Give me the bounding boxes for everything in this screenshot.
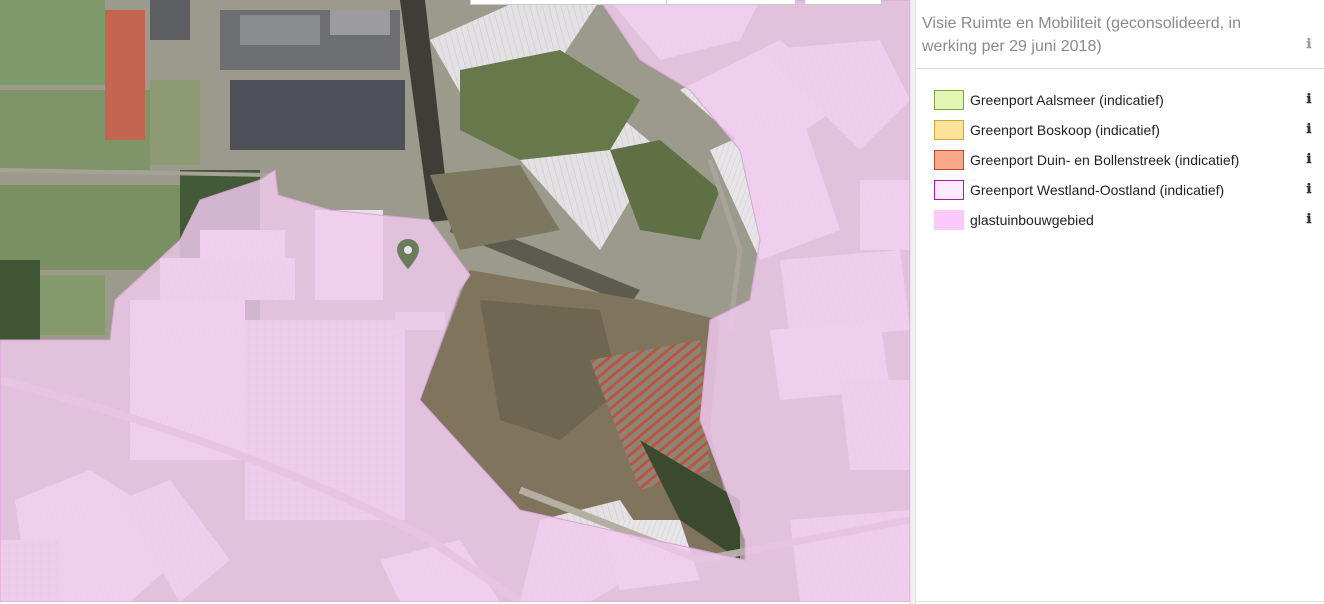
legend-item: Greenport Duin- en Bollenstreek (indicat… [916, 145, 1324, 175]
legend-item: Greenport Boskoop (indicatief) ℹ [916, 115, 1324, 145]
map-search-control[interactable] [470, 0, 668, 5]
info-icon[interactable]: ℹ [1302, 122, 1316, 138]
legend-item: glastuinbouwgebied ℹ [916, 205, 1324, 235]
map-tool-control[interactable] [804, 0, 882, 5]
legend-swatch [934, 180, 964, 200]
legend-list: Greenport Aalsmeer (indicatief) ℹ Greenp… [916, 69, 1324, 235]
info-icon[interactable]: ℹ [1302, 152, 1316, 168]
legend-label: Greenport Boskoop (indicatief) [970, 122, 1160, 138]
legend-label: Greenport Duin- en Bollenstreek (indicat… [970, 152, 1240, 168]
legend-title: Visie Ruimte en Mobiliteit (geconsolidee… [922, 15, 1241, 55]
app-window: Visie Ruimte en Mobiliteit (geconsolidee… [0, 0, 1324, 604]
legend-label: glastuinbouwgebied [970, 212, 1094, 228]
legend-label: Greenport Westland-Oostland (indicatief) [970, 182, 1225, 198]
legend-item: Greenport Aalsmeer (indicatief) ℹ [916, 85, 1324, 115]
map-canvas[interactable] [0, 0, 910, 602]
legend-item: Greenport Westland-Oostland (indicatief)… [916, 175, 1324, 205]
legend-swatch [934, 90, 964, 110]
legend-swatch [934, 150, 964, 170]
legend-swatch [934, 120, 964, 140]
legend-label: Greenport Aalsmeer (indicatief) [970, 92, 1164, 108]
aerial-basemap [0, 0, 910, 602]
map-pin-icon[interactable] [397, 239, 419, 269]
info-icon[interactable]: ℹ [1302, 182, 1316, 198]
legend-panel: Visie Ruimte en Mobiliteit (geconsolidee… [916, 0, 1324, 602]
map-layer-control[interactable] [666, 0, 796, 5]
info-icon[interactable]: ℹ [1302, 212, 1316, 228]
legend-swatch [934, 210, 964, 230]
legend-header: Visie Ruimte en Mobiliteit (geconsolidee… [916, 0, 1324, 69]
info-icon[interactable]: ℹ [1302, 92, 1316, 108]
info-icon[interactable]: ℹ [1302, 37, 1316, 53]
